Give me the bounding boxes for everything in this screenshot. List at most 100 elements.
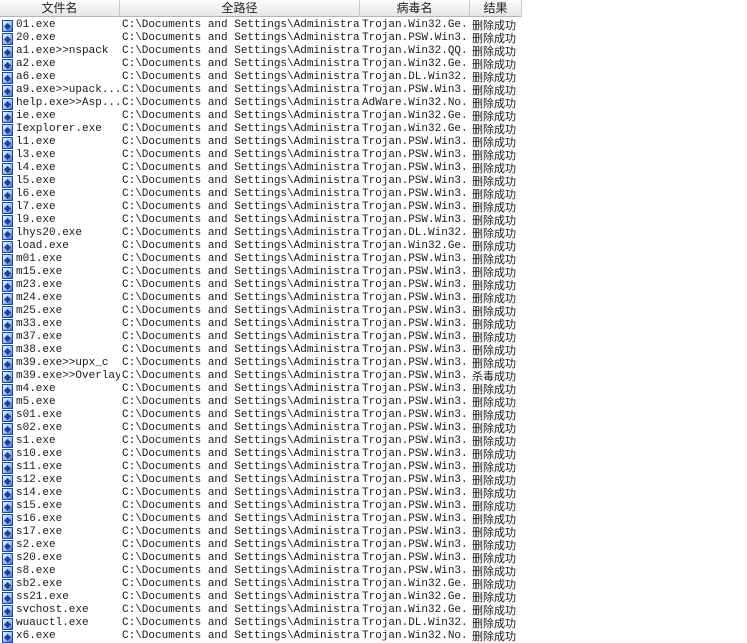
column-header-fullpath[interactable]: 全路径: [120, 0, 360, 17]
table-row[interactable]: m01.exe C:\Documents and Settings\Adminis…: [0, 253, 522, 266]
column-header-filename[interactable]: 文件名: [0, 0, 120, 17]
cell-virus-name: Trojan.PSW.Win3...: [362, 487, 470, 499]
table-row[interactable]: m39.exe>>upx_c C:\Documents and Settings\…: [0, 357, 522, 370]
file-name: l3.exe: [16, 149, 56, 161]
executable-file-icon: [2, 19, 13, 32]
file-name: a1.exe>>nspack: [16, 45, 109, 57]
executable-file-icon: [2, 591, 13, 604]
table-row[interactable]: l6.exe C:\Documents and Settings\Administ…: [0, 188, 522, 201]
cell-filename: s12.exe: [0, 474, 120, 487]
cell-filename: wuauctl.exe: [0, 617, 120, 630]
table-row[interactable]: a6.exe C:\Documents and Settings\Administ…: [0, 71, 522, 84]
table-row[interactable]: x6.exe C:\Documents and Settings\Administ…: [0, 630, 522, 643]
table-row[interactable]: m4.exe C:\Documents and Settings\Administ…: [0, 383, 522, 396]
file-name: l5.exe: [16, 175, 56, 187]
cell-fullpath: C:\Documents and Settings\Administra...: [122, 305, 360, 317]
table-row[interactable]: a2.exe C:\Documents and Settings\Administ…: [0, 58, 522, 71]
table-row[interactable]: 01.exe C:\Documents and Settings\Administ…: [0, 19, 522, 32]
executable-file-icon: [2, 97, 13, 110]
table-row[interactable]: help.exe>>Asp... C:\Documents and Setting…: [0, 97, 522, 110]
table-row[interactable]: 20.exe C:\Documents and Settings\Administ…: [0, 32, 522, 45]
column-header-virus[interactable]: 病毒名: [360, 0, 470, 17]
table-row[interactable]: s16.exe C:\Documents and Settings\Adminis…: [0, 513, 522, 526]
table-row[interactable]: a1.exe>>nspack C:\Documents and Settings\…: [0, 45, 522, 58]
table-row[interactable]: ss21.exe C:\Documents and Settings\Admini…: [0, 591, 522, 604]
cell-result: 删除成功: [472, 422, 516, 435]
table-row[interactable]: m33.exe C:\Documents and Settings\Adminis…: [0, 318, 522, 331]
cell-filename: a2.exe: [0, 58, 120, 71]
cell-virus-name: Trojan.PSW.Win3...: [362, 162, 470, 174]
table-row[interactable]: s11.exe C:\Documents and Settings\Adminis…: [0, 461, 522, 474]
table-row[interactable]: s14.exe C:\Documents and Settings\Adminis…: [0, 487, 522, 500]
table-row[interactable]: s02.exe C:\Documents and Settings\Adminis…: [0, 422, 522, 435]
table-row[interactable]: m38.exe C:\Documents and Settings\Adminis…: [0, 344, 522, 357]
cell-fullpath: C:\Documents and Settings\Administra...: [122, 279, 360, 291]
cell-filename: s17.exe: [0, 526, 120, 539]
table-row[interactable]: s20.exe C:\Documents and Settings\Adminis…: [0, 552, 522, 565]
file-name: sb2.exe: [16, 578, 63, 590]
cell-result: 删除成功: [472, 396, 516, 409]
table-row[interactable]: a9.exe>>upack... C:\Documents and Setting…: [0, 84, 522, 97]
table-row[interactable]: m37.exe C:\Documents and Settings\Adminis…: [0, 331, 522, 344]
table-row[interactable]: l9.exe C:\Documents and Settings\Administ…: [0, 214, 522, 227]
table-row[interactable]: m5.exe C:\Documents and Settings\Administ…: [0, 396, 522, 409]
table-row[interactable]: s1.exe C:\Documents and Settings\Administ…: [0, 435, 522, 448]
cell-result: 删除成功: [472, 266, 516, 279]
table-row[interactable]: m15.exe C:\Documents and Settings\Adminis…: [0, 266, 522, 279]
cell-virus-name: Trojan.PSW.Win3...: [362, 175, 470, 187]
executable-file-icon: [2, 331, 13, 344]
executable-file-icon: [2, 58, 13, 71]
cell-fullpath: C:\Documents and Settings\Administra...: [122, 383, 360, 395]
table-row[interactable]: l5.exe C:\Documents and Settings\Administ…: [0, 175, 522, 188]
executable-file-icon: [2, 123, 13, 136]
file-name: m37.exe: [16, 331, 63, 343]
file-name: s2.exe: [16, 539, 56, 551]
cell-filename: load.exe: [0, 240, 120, 253]
table-row[interactable]: sb2.exe C:\Documents and Settings\Adminis…: [0, 578, 522, 591]
table-row[interactable]: l4.exe C:\Documents and Settings\Administ…: [0, 162, 522, 175]
table-row[interactable]: m39.exe>>Overlay C:\Documents and Setting…: [0, 370, 522, 383]
table-row[interactable]: s8.exe C:\Documents and Settings\Administ…: [0, 565, 522, 578]
file-name: Iexplorer.exe: [16, 123, 102, 135]
cell-filename: l9.exe: [0, 214, 120, 227]
table-row[interactable]: s10.exe C:\Documents and Settings\Adminis…: [0, 448, 522, 461]
table-row[interactable]: s2.exe C:\Documents and Settings\Administ…: [0, 539, 522, 552]
executable-file-icon: [2, 383, 13, 396]
table-row[interactable]: m25.exe C:\Documents and Settings\Adminis…: [0, 305, 522, 318]
table-row[interactable]: Iexplorer.exe C:\Documents and Settings\A…: [0, 123, 522, 136]
table-row[interactable]: m23.exe C:\Documents and Settings\Adminis…: [0, 279, 522, 292]
executable-file-icon: [2, 253, 13, 266]
column-header-result[interactable]: 结果: [470, 0, 522, 17]
cell-fullpath: C:\Documents and Settings\Administra...: [122, 487, 360, 499]
table-row[interactable]: s15.exe C:\Documents and Settings\Adminis…: [0, 500, 522, 513]
cell-filename: s15.exe: [0, 500, 120, 513]
table-row[interactable]: wuauctl.exe C:\Documents and Settings\Adm…: [0, 617, 522, 630]
table-row[interactable]: l3.exe C:\Documents and Settings\Administ…: [0, 149, 522, 162]
scan-results-list[interactable]: 文件名 全路径 病毒名 结果 01.exe C:\Documents and Se…: [0, 0, 747, 643]
table-row[interactable]: s12.exe C:\Documents and Settings\Adminis…: [0, 474, 522, 487]
cell-filename: m38.exe: [0, 344, 120, 357]
table-row[interactable]: l7.exe C:\Documents and Settings\Administ…: [0, 201, 522, 214]
table-row[interactable]: l1.exe C:\Documents and Settings\Administ…: [0, 136, 522, 149]
file-name: wuauctl.exe: [16, 617, 89, 629]
cell-virus-name: Trojan.Win32.Ge...: [362, 58, 470, 70]
cell-result: 删除成功: [472, 604, 516, 617]
table-row[interactable]: svchost.exe C:\Documents and Settings\Adm…: [0, 604, 522, 617]
executable-file-icon: [2, 500, 13, 513]
cell-fullpath: C:\Documents and Settings\Administra...: [122, 201, 360, 213]
cell-fullpath: C:\Documents and Settings\Administra...: [122, 175, 360, 187]
file-name: s17.exe: [16, 526, 63, 538]
cell-virus-name: Trojan.Win32.Ge...: [362, 591, 470, 603]
cell-fullpath: C:\Documents and Settings\Administra...: [122, 188, 360, 200]
executable-file-icon: [2, 435, 13, 448]
table-row[interactable]: lhys20.exe C:\Documents and Settings\Admi…: [0, 227, 522, 240]
table-row[interactable]: load.exe C:\Documents and Settings\Admini…: [0, 240, 522, 253]
cell-fullpath: C:\Documents and Settings\Administra...: [122, 149, 360, 161]
table-row[interactable]: s01.exe C:\Documents and Settings\Adminis…: [0, 409, 522, 422]
table-row[interactable]: ie.exe C:\Documents and Settings\Administ…: [0, 110, 522, 123]
cell-result: 删除成功: [472, 136, 516, 149]
cell-result: 删除成功: [472, 617, 516, 630]
table-row[interactable]: m24.exe C:\Documents and Settings\Adminis…: [0, 292, 522, 305]
cell-result: 删除成功: [472, 188, 516, 201]
table-row[interactable]: s17.exe C:\Documents and Settings\Adminis…: [0, 526, 522, 539]
